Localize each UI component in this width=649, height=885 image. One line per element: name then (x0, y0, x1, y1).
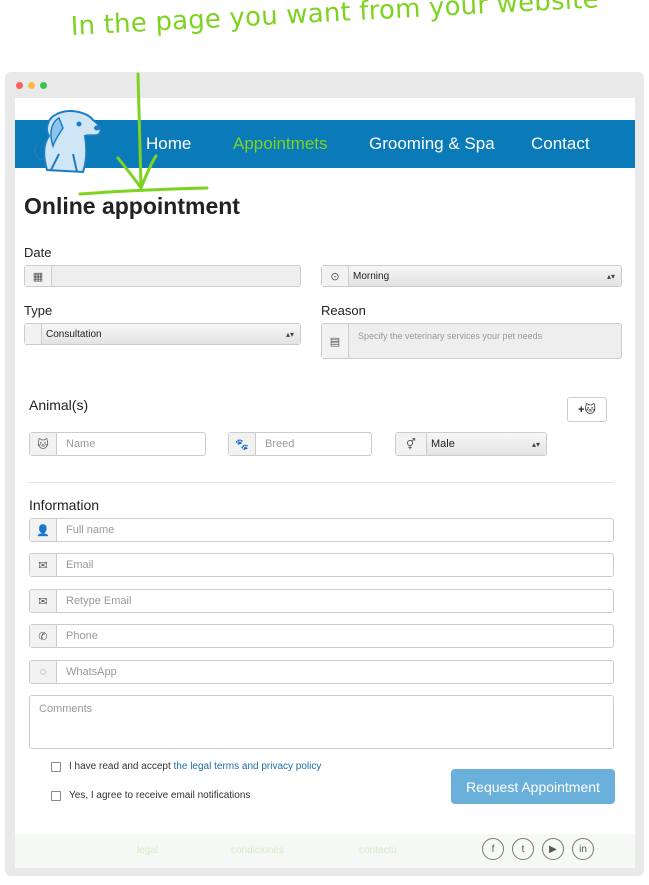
document-icon: ▤ (322, 324, 349, 358)
notifications-checkbox[interactable] (51, 790, 61, 801)
minimize-dot[interactable] (28, 82, 35, 89)
select-caret-icon: ▴▾ (285, 329, 294, 339)
request-appointment-button[interactable]: Request Appointment (451, 769, 615, 804)
footer-link-contacto[interactable]: contacto (359, 845, 397, 856)
date-field[interactable]: ▦ (24, 265, 301, 287)
whatsapp-icon: ◌ (30, 661, 57, 683)
notifications-row: Yes, I agree to receive email notificati… (51, 790, 250, 801)
maximize-dot[interactable] (40, 82, 47, 89)
envelope-outline-icon: ✉ (30, 590, 57, 612)
youtube-icon[interactable]: ▶ (542, 838, 564, 860)
animal-breed-placeholder: Breed (265, 438, 295, 450)
nav-home[interactable]: Home (146, 134, 191, 154)
terms-link[interactable]: the legal terms and privacy policy (174, 761, 322, 772)
cat-icon: 🐱 (30, 433, 57, 455)
dog-logo-icon[interactable] (29, 104, 105, 180)
comments-textarea[interactable]: Comments (29, 695, 614, 749)
user-icon: 👤 (30, 519, 57, 541)
terms-text: I have read and accept (69, 761, 171, 772)
full-name-placeholder: Full name (66, 524, 115, 536)
phone-placeholder: Phone (66, 630, 98, 642)
information-label: Information (29, 497, 100, 513)
facebook-icon[interactable]: f (482, 838, 504, 860)
section-divider (28, 482, 614, 483)
whatsapp-input[interactable]: ◌ WhatsApp (29, 660, 614, 684)
nav-contact[interactable]: Contact (531, 134, 590, 154)
footer: legal condiciones contacto f t ▶ in (15, 834, 635, 868)
clock-icon: ⊙ (322, 266, 349, 286)
type-select-value[interactable]: Consultation ▴▾ (42, 324, 300, 344)
page-title: Online appointment (24, 193, 240, 219)
phone-input[interactable]: ✆ Phone (29, 624, 614, 648)
envelope-icon: ✉ (30, 554, 57, 576)
calendar-icon: ▦ (25, 266, 52, 286)
paw-icon: 🐾 (229, 433, 256, 455)
whatsapp-placeholder: WhatsApp (66, 666, 117, 678)
email-placeholder: Email (66, 559, 94, 571)
notifications-text: Yes, I agree to receive email notificati… (69, 790, 251, 801)
time-select[interactable]: ⊙ Morning ▴▾ (321, 265, 622, 287)
footer-link-legal[interactable]: legal (137, 845, 158, 856)
annotation-caption: In the page you want from your website (70, 0, 600, 42)
nav-bar: Home Appointmets Grooming & Spa Contact (15, 120, 635, 168)
animals-label: Animal(s) (29, 397, 89, 413)
add-animal-button[interactable]: +🐱 (567, 397, 607, 422)
comments-placeholder: Comments (39, 703, 93, 715)
animal-sex-select[interactable]: ⚥ Male ▴▾ (395, 432, 547, 456)
animal-sex-value[interactable]: Male ▴▾ (427, 433, 546, 455)
type-addon (25, 324, 42, 344)
animal-name-placeholder: Name (66, 438, 96, 450)
select-caret-icon: ▴▾ (606, 271, 615, 281)
date-value (52, 266, 61, 286)
reason-textarea[interactable]: ▤ Specify the veterinary services your p… (321, 323, 622, 359)
twitter-icon[interactable]: t (512, 838, 534, 860)
phone-icon: ✆ (30, 625, 57, 647)
retype-email-input[interactable]: ✉ Retype Email (29, 589, 614, 613)
terms-row: I have read and accept the legal terms a… (51, 761, 321, 772)
gender-icon: ⚥ (396, 433, 427, 455)
nav-appointments[interactable]: Appointmets (233, 134, 328, 154)
type-label: Type (24, 303, 53, 318)
nav-grooming-spa[interactable]: Grooming & Spa (369, 134, 495, 154)
animal-breed-input[interactable]: 🐾 Breed (228, 432, 372, 456)
select-caret-icon: ▴▾ (531, 439, 540, 449)
linkedin-icon[interactable]: in (572, 838, 594, 860)
email-input[interactable]: ✉ Email (29, 553, 614, 577)
window-controls (16, 82, 47, 89)
terms-checkbox[interactable] (51, 761, 61, 772)
full-name-input[interactable]: 👤 Full name (29, 518, 614, 542)
close-dot[interactable] (16, 82, 23, 89)
retype-email-placeholder: Retype Email (66, 595, 132, 607)
date-label: Date (24, 245, 52, 260)
footer-link-condiciones[interactable]: condiciones (231, 845, 284, 856)
reason-placeholder: Specify the veterinary services your pet… (358, 331, 543, 341)
type-select[interactable]: Consultation ▴▾ (24, 323, 301, 345)
animal-name-input[interactable]: 🐱 Name (29, 432, 206, 456)
reason-label: Reason (321, 303, 366, 318)
time-select-value[interactable]: Morning ▴▾ (349, 266, 621, 286)
